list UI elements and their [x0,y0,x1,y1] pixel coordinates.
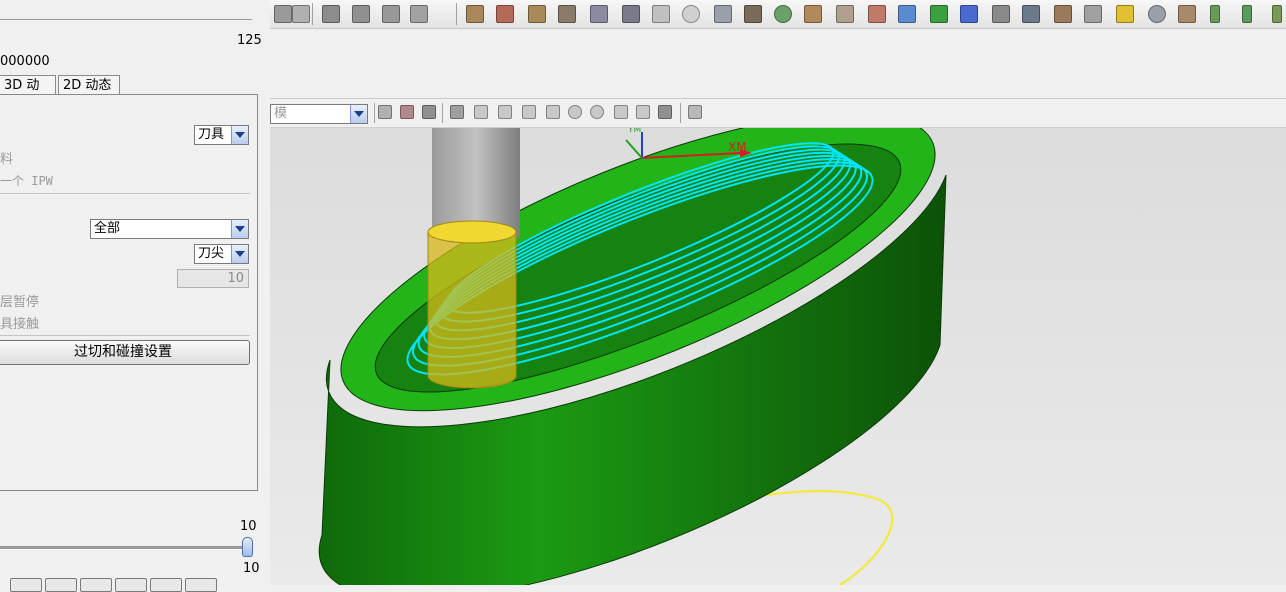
chevron-down-icon [231,126,248,144]
separator [456,3,457,25]
divider [0,335,250,336]
divider [0,19,252,20]
separator [680,103,681,123]
y-axis-label: YM [627,128,641,135]
save-icon[interactable] [274,5,292,23]
tab-2d-dynamic[interactable]: 2D 动态 [58,75,120,94]
intersect-icon[interactable] [546,105,560,119]
box-icon[interactable] [466,5,484,23]
kf-icon[interactable] [868,5,886,23]
axis-icon[interactable] [652,5,670,23]
tool-icon[interactable] [352,5,370,23]
playback-button[interactable] [115,578,147,592]
move-icon[interactable] [450,105,464,119]
x-axis-label: XM [728,140,747,154]
zxy-icon[interactable] [1084,5,1102,23]
surface-icon[interactable] [590,5,608,23]
grid-icon[interactable] [688,105,702,119]
layer-icon[interactable] [322,5,340,23]
separator [442,103,443,123]
assembly-icon[interactable] [930,5,948,23]
tangent-icon[interactable] [636,105,650,119]
snap-icon[interactable] [378,105,392,119]
point-icon[interactable] [614,105,628,119]
clock-icon[interactable] [382,5,400,23]
center-icon[interactable] [568,105,582,119]
playback-button[interactable] [45,578,77,592]
divider [0,193,250,194]
chamfer-icon[interactable] [836,5,854,23]
prt-icon[interactable] [960,5,978,23]
chevron-down-icon [350,105,367,123]
value-line: 000000 [0,54,50,69]
slider-max: 10 [240,519,257,534]
point-select[interactable]: 刀尖 [194,244,249,264]
tool-top-face [427,220,517,244]
bar-icon[interactable] [1210,5,1220,23]
simulation-dialog: 125 000000 3D 动态 2D 动态 刀具 料 一个 IPW 全部 刀尖… [0,0,271,592]
screen-icon[interactable] [410,5,428,23]
curve-icon[interactable] [522,105,536,119]
step-icon[interactable] [1054,5,1072,23]
cube-icon[interactable] [714,5,732,23]
stack-icon[interactable] [1022,5,1040,23]
toolbar-area [270,29,1286,99]
range-select[interactable]: 全部 [90,219,249,239]
label-ipw: 一个 IPW [0,174,53,188]
view-toolbar: 模 [270,99,1286,128]
tab-3d-dynamic[interactable]: 3D 动态 [0,75,56,112]
overcut-collision-settings-button[interactable]: 过切和碰撞设置 [0,340,250,365]
arrow-icon[interactable] [422,105,436,119]
speed-slider-thumb[interactable] [242,537,253,557]
tree-icon[interactable] [992,5,1010,23]
display-select[interactable]: 刀具 [194,125,249,145]
drill-icon[interactable] [558,5,576,23]
line-icon[interactable] [474,105,488,119]
label-contact: 具接触 [0,317,40,332]
quadrant-icon[interactable] [590,105,604,119]
playback-button[interactable] [10,578,42,592]
separator [312,3,313,25]
cylinder-icon[interactable] [774,5,792,23]
sheet-icon[interactable] [1178,5,1196,23]
bar-icon[interactable] [1242,5,1252,23]
separator [374,103,375,123]
plane-icon[interactable] [622,5,640,23]
filter-icon[interactable] [400,105,414,119]
extrude-icon[interactable] [744,5,762,23]
filter-select[interactable]: 模 [270,104,368,124]
label-pause: 层暂停 [0,295,40,310]
line-icon[interactable] [498,105,512,119]
blend-icon[interactable] [804,5,822,23]
graphics-viewport[interactable]: XM YM [270,128,1286,585]
pipe-icon[interactable] [1148,5,1166,23]
block-icon[interactable] [496,5,514,23]
playback-button[interactable] [185,578,217,592]
face-icon[interactable] [658,105,672,119]
bar-icon[interactable] [1272,5,1282,23]
label-material: 料 [0,152,14,167]
playback-button[interactable] [80,578,112,592]
y-axis [625,139,643,159]
slider-value: 10 [243,561,260,576]
group-icon[interactable] [1116,5,1134,23]
feature-icon[interactable] [528,5,546,23]
document-icon[interactable] [292,5,310,23]
top-number: 125 [237,33,262,48]
machine-icon[interactable] [898,5,916,23]
chevron-down-icon [231,245,248,263]
scene: XM YM [318,128,947,585]
playback-button[interactable] [150,578,182,592]
chevron-down-icon [231,220,248,238]
tab-content: 刀具 料 一个 IPW 全部 刀尖 10 层暂停 具接触 过切和碰撞设置 [0,94,258,491]
tool-cutter [427,231,517,389]
count-field[interactable]: 10 [177,269,249,288]
circle-icon[interactable] [682,5,700,23]
main-toolbar [270,0,1286,29]
speed-slider-track[interactable] [0,546,244,550]
